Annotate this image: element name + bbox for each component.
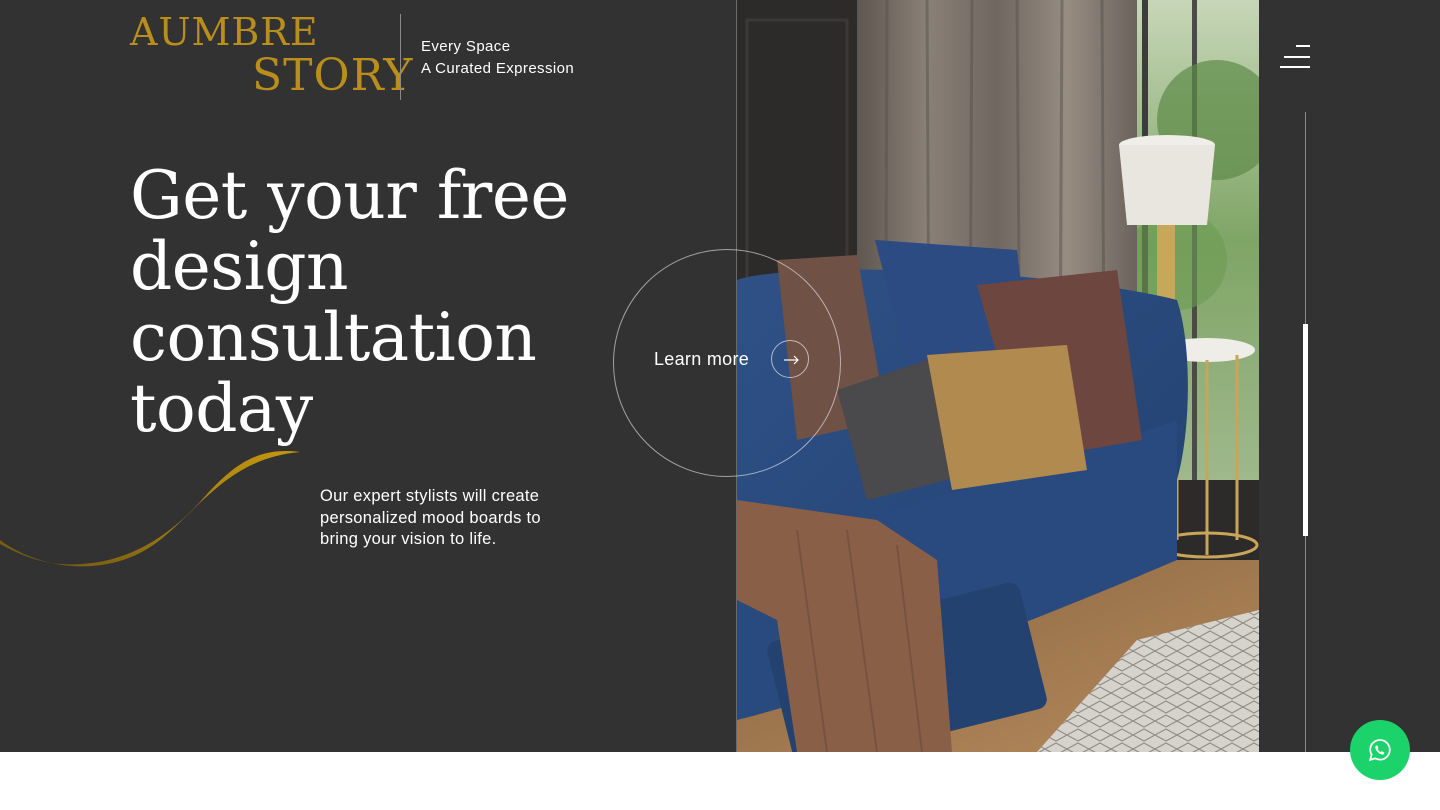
hero-description: Our expert stylists will create personal…	[320, 487, 541, 548]
brand-logo[interactable]: AUMBRE STORY	[130, 10, 412, 102]
logo-wordmark-top: AUMBRE	[130, 10, 319, 54]
logo-wordmark-bottom: STORY	[252, 50, 414, 101]
hamburger-menu-icon[interactable]	[1278, 44, 1312, 72]
hero-headline: Get your free design consultation today	[130, 157, 569, 447]
tagline-line-1: Every Space	[421, 38, 511, 55]
learn-more-label[interactable]: Learn more	[654, 349, 749, 370]
tagline-line-2: A Curated Expression	[421, 60, 575, 77]
brand-tagline: Every Space A Curated Expression	[421, 36, 574, 80]
whatsapp-icon	[1368, 739, 1391, 762]
header-divider	[400, 14, 401, 100]
scroll-progress-thumb[interactable]	[1303, 324, 1308, 536]
arrow-right-icon[interactable]	[771, 340, 809, 378]
gold-swoosh-decoration	[0, 451, 300, 567]
hero-section: AUMBRE STORY Every Space A Curated Expre…	[0, 0, 1440, 752]
whatsapp-chat-button[interactable]	[1350, 720, 1410, 780]
